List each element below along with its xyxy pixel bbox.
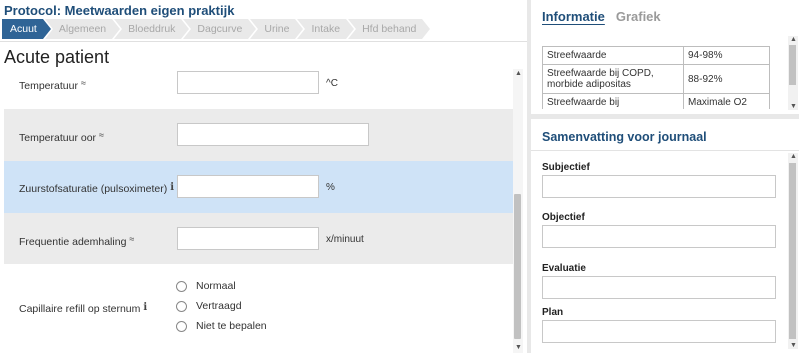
protocol-tabs: Acuut Algemeen Bloeddruk Dagcurve Urine … bbox=[2, 19, 431, 39]
form-scroll-area: Temperatuur ≈ ^C Temperatuur oor ≈ Zuursto… bbox=[0, 69, 513, 353]
tab-informatie[interactable]: Informatie bbox=[542, 9, 605, 24]
tab-grafiek[interactable]: Grafiek bbox=[616, 9, 661, 24]
radio-option-niet-te-bepalen[interactable]: Niet te bepalen bbox=[176, 320, 267, 332]
info-cell-name: Streefwaarde bbox=[542, 46, 684, 65]
scrollbar-thumb[interactable] bbox=[514, 194, 521, 339]
section-title: Acute patient bbox=[4, 47, 110, 67]
radio-button[interactable] bbox=[176, 320, 187, 332]
scroll-up-icon[interactable]: ▲ bbox=[515, 70, 522, 77]
tab-dagcurve[interactable]: Dagcurve bbox=[183, 19, 257, 39]
table-row: Streefwaarde bij Maximale O2 bbox=[542, 93, 770, 109]
info-cell-value: Maximale O2 bbox=[683, 93, 770, 109]
info-cell-name: Streefwaarde bij COPD, morbide adiposita… bbox=[542, 64, 684, 94]
unit-label: ^C bbox=[326, 78, 338, 89]
scroll-up-icon[interactable]: ▲ bbox=[790, 153, 797, 160]
scrollbar-thumb[interactable] bbox=[789, 163, 796, 339]
chart-icon[interactable]: ≈ bbox=[81, 78, 86, 88]
field-label-temperatuur-oor: Temperatuur oor ≈ bbox=[19, 130, 104, 144]
radio-label: Normaal bbox=[196, 280, 236, 292]
soep-label-objectief: Objectief bbox=[542, 212, 585, 223]
info-icon[interactable]: i bbox=[170, 182, 174, 193]
soep-label-subjectief: Subjectief bbox=[542, 162, 590, 173]
scroll-down-icon[interactable]: ▼ bbox=[515, 344, 522, 351]
plan-field[interactable] bbox=[542, 320, 776, 343]
objectief-field[interactable] bbox=[542, 225, 776, 248]
app-root: Protocol: Meetwaarden eigen praktijk Acu… bbox=[0, 0, 799, 353]
unit-label: x/minuut bbox=[326, 234, 364, 245]
table-row: Streefwaarde 94-98% bbox=[542, 46, 770, 65]
field-label-temperatuur: Temperatuur ≈ bbox=[19, 78, 86, 92]
field-label-text: Frequentie ademhaling bbox=[19, 236, 127, 248]
scroll-down-icon[interactable]: ▼ bbox=[790, 103, 797, 110]
temperatuur-oor-input[interactable] bbox=[177, 123, 369, 146]
radio-option-vertraagd[interactable]: Vertraagd bbox=[176, 300, 242, 312]
field-label-text: Zuurstofsaturatie (pulsoximeter) bbox=[19, 183, 168, 195]
field-label-text: Capillaire refill op sternum bbox=[19, 303, 141, 315]
unit-label: % bbox=[326, 182, 335, 193]
tab-urine[interactable]: Urine bbox=[250, 19, 304, 39]
info-cell-value: 88-92% bbox=[683, 64, 770, 94]
side-panel: Informatie Grafiek Streefwaarde 94-98% S… bbox=[531, 0, 799, 353]
info-cell-value: 94-98% bbox=[683, 46, 770, 65]
zuurstofsaturatie-input[interactable] bbox=[177, 175, 319, 198]
summary-title: Samenvatting voor journaal bbox=[542, 130, 707, 144]
chart-icon[interactable]: ≈ bbox=[129, 234, 134, 244]
radio-option-normaal[interactable]: Normaal bbox=[176, 280, 236, 292]
scrollbar-thumb[interactable] bbox=[789, 45, 796, 85]
info-table-container: Streefwaarde 94-98% Streefwaarde bij COP… bbox=[542, 46, 770, 109]
soep-label-plan: Plan bbox=[542, 307, 564, 318]
info-cell-name: Streefwaarde bij bbox=[542, 93, 684, 109]
temperatuur-input[interactable] bbox=[177, 71, 319, 94]
panel-separator bbox=[531, 114, 799, 119]
radio-label: Vertraagd bbox=[196, 300, 242, 312]
tab-intake[interactable]: Intake bbox=[297, 19, 354, 39]
evaluatie-field[interactable] bbox=[542, 276, 776, 299]
field-row-frequentie-ademhaling: Frequentie ademhaling ≈ x/minuut bbox=[4, 213, 513, 264]
info-table: Streefwaarde 94-98% Streefwaarde bij COP… bbox=[542, 46, 770, 109]
scroll-up-icon[interactable]: ▲ bbox=[790, 36, 797, 43]
protocol-title: Protocol: Meetwaarden eigen praktijk bbox=[4, 3, 235, 18]
form-scrollbar[interactable]: ▲ ▼ bbox=[513, 69, 523, 353]
tab-hfd-behand[interactable]: Hfd behand bbox=[348, 19, 431, 39]
frequentie-ademhaling-input[interactable] bbox=[177, 227, 319, 250]
field-row-capillaire-refill: Capillaire refill op sternum i Normaal Ve… bbox=[4, 264, 513, 353]
info-scrollbar[interactable]: ▲ ▼ bbox=[788, 36, 798, 110]
info-icon[interactable]: i bbox=[143, 302, 147, 313]
subjectief-field[interactable] bbox=[542, 175, 776, 198]
field-label-capillaire-refill: Capillaire refill op sternum i bbox=[19, 302, 147, 315]
soep-label-evaluatie: Evaluatie bbox=[542, 263, 586, 274]
summary-divider bbox=[531, 150, 799, 151]
field-label-frequentie-ademhaling: Frequentie ademhaling ≈ bbox=[19, 234, 134, 248]
tab-algemeen[interactable]: Algemeen bbox=[44, 19, 121, 39]
field-label-text: Temperatuur bbox=[19, 80, 78, 92]
table-row: Streefwaarde bij COPD, morbide adiposita… bbox=[542, 64, 770, 94]
tabs-divider bbox=[0, 41, 527, 42]
chart-icon[interactable]: ≈ bbox=[99, 130, 104, 140]
summary-scrollbar[interactable]: ▲ ▼ bbox=[788, 153, 798, 349]
radio-button[interactable] bbox=[176, 300, 187, 312]
field-row-temperatuur-oor: Temperatuur oor ≈ bbox=[4, 109, 513, 161]
protocol-panel: Protocol: Meetwaarden eigen praktijk Acu… bbox=[0, 0, 527, 353]
tab-bloeddruk[interactable]: Bloeddruk bbox=[114, 19, 190, 39]
side-tabs: Informatie Grafiek bbox=[542, 9, 661, 24]
tab-acuut[interactable]: Acuut bbox=[2, 19, 51, 39]
field-row-temperatuur: Temperatuur ≈ ^C bbox=[4, 69, 513, 109]
field-row-zuurstofsaturatie: Zuurstofsaturatie (pulsoximeter)i≈ % bbox=[4, 161, 513, 213]
radio-label: Niet te bepalen bbox=[196, 320, 267, 332]
field-label-text: Temperatuur oor bbox=[19, 132, 97, 144]
field-label-zuurstofsaturatie: Zuurstofsaturatie (pulsoximeter)i≈ bbox=[19, 181, 182, 195]
radio-button[interactable] bbox=[176, 280, 187, 292]
scroll-down-icon[interactable]: ▼ bbox=[790, 342, 797, 349]
